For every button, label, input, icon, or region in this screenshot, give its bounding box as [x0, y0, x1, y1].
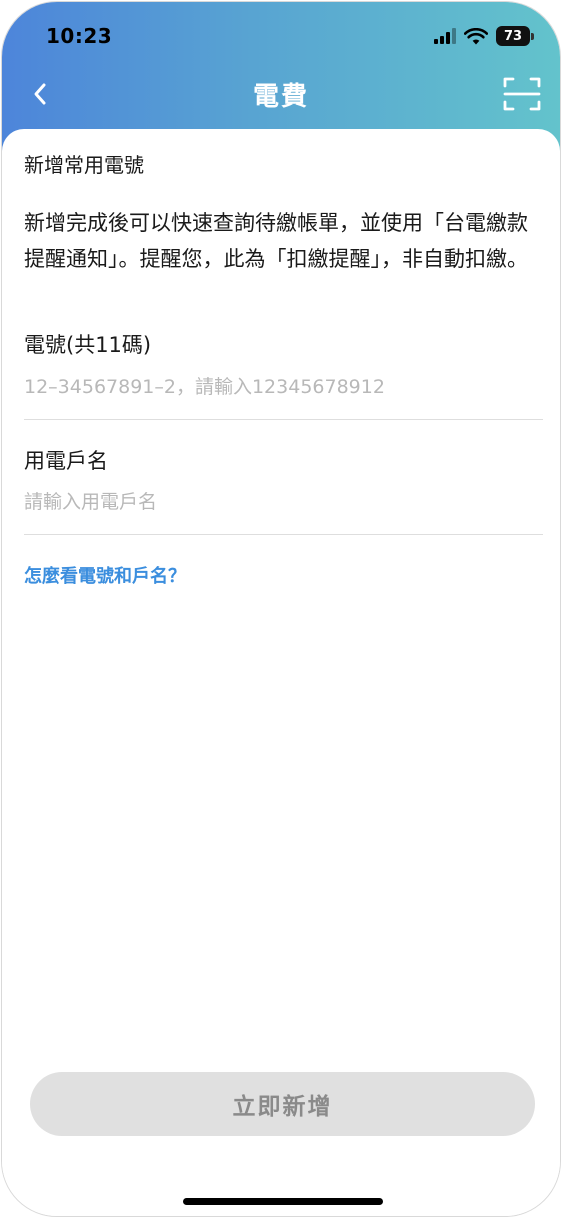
wifi-icon [464, 27, 488, 44]
battery-tip [531, 32, 534, 40]
scan-icon [503, 77, 541, 111]
battery-level: 73 [496, 26, 530, 46]
account-name-input[interactable] [24, 482, 543, 522]
nav-bar: 電費 [2, 64, 560, 124]
section-title: 新增常用電號 [24, 153, 144, 177]
home-indicator [183, 1198, 383, 1205]
signal-icon [434, 28, 456, 44]
meter-number-divider [24, 419, 543, 420]
status-bar: 10:23 73 [2, 2, 560, 64]
page-title: 電費 [252, 82, 309, 112]
status-icons: 73 [434, 26, 534, 46]
phone-frame: 10:23 73 電費 新增常用電號 新增完成後可以快速查詢待繳帳單，並使用「台… [1, 1, 561, 1217]
battery-icon: 73 [496, 26, 534, 46]
description-text: 新增完成後可以快速查詢待繳帳單，並使用「台電繳款提醒通知」。提醒您，此為「扣繳提… [24, 211, 528, 271]
submit-button[interactable]: 立即新增 [30, 1072, 535, 1136]
status-time: 10:23 [46, 24, 113, 48]
meter-number-label: 電號(共11碼) [24, 333, 152, 357]
account-name-label: 用電戶名 [24, 449, 108, 473]
account-name-divider [24, 534, 543, 535]
form-content: 新增常用電號 新增完成後可以快速查詢待繳帳單，並使用「台電繳款提醒通知」。提醒您… [2, 129, 560, 1216]
scan-button[interactable] [502, 74, 542, 114]
meter-number-input[interactable] [24, 367, 543, 407]
help-link[interactable]: 怎麼看電號和戶名？ [24, 562, 186, 588]
